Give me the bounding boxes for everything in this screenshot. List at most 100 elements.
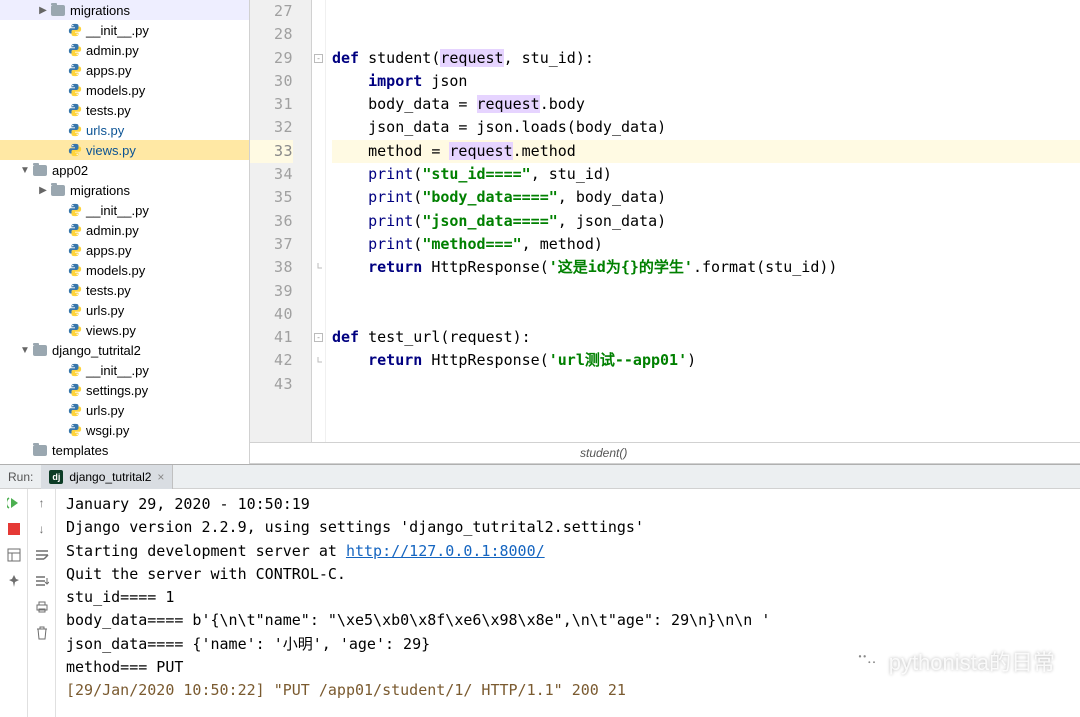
tree-item[interactable]: __init__.py [0,20,249,40]
folder-icon [33,445,47,456]
tree-item-label: apps.py [86,243,132,258]
tree-item-label: __init__.py [86,363,149,378]
layout-button[interactable] [6,547,22,563]
run-label: Run: [0,470,41,484]
tree-item-label: models.py [86,83,145,98]
run-tab-label: django_tutrital2 [69,470,151,484]
run-tool-column-2: ↑ ↓ [28,489,56,717]
tree-item[interactable]: views.py [0,140,249,160]
tree-item[interactable]: urls.py [0,300,249,320]
tree-item-label: templates [52,443,108,458]
tree-item-label: __init__.py [86,23,149,38]
console-output[interactable]: January 29, 2020 - 10:50:19Django versio… [56,489,1080,717]
scroll-icon[interactable] [34,573,50,589]
tree-item[interactable]: models.py [0,80,249,100]
python-icon [68,143,82,157]
tree-item[interactable]: urls.py [0,400,249,420]
tree-item-label: views.py [86,323,136,338]
tree-item[interactable]: __init__.py [0,200,249,220]
server-url-link[interactable]: http://127.0.0.1:8000/ [346,542,545,560]
django-icon: dj [49,470,63,484]
python-icon [68,123,82,137]
folder-icon [51,5,65,16]
run-tab[interactable]: dj django_tutrital2 × [41,465,173,489]
breadcrumb[interactable]: student() [250,442,1080,464]
expand-arrow-icon[interactable]: ▶ [36,5,50,16]
tree-item-label: views.py [86,143,136,158]
project-tree[interactable]: ▶ migrations __init__.py admin.py apps.py mod… [0,0,250,464]
tree-item[interactable]: admin.py [0,40,249,60]
run-tool-column-1 [0,489,28,717]
fold-column[interactable]: -- [312,0,326,442]
tree-item[interactable]: __init__.py [0,360,249,380]
python-icon [68,43,82,57]
pin-button[interactable] [6,573,22,589]
tree-item-label: urls.py [86,303,124,318]
run-header: Run: dj django_tutrital2 × [0,465,1080,489]
python-icon [68,63,82,77]
up-arrow-icon[interactable]: ↑ [34,495,50,511]
python-icon [68,323,82,337]
expand-arrow-icon[interactable]: ▶ [36,185,50,196]
tree-item-label: apps.py [86,63,132,78]
tree-item[interactable]: ▶ migrations [0,0,249,20]
rerun-button[interactable] [6,495,22,511]
tree-item-label: settings.py [86,383,148,398]
tree-item-label: models.py [86,263,145,278]
tree-item[interactable]: apps.py [0,60,249,80]
folder-icon [51,185,65,196]
tree-item-label: migrations [70,183,130,198]
tree-item[interactable]: templates [0,440,249,460]
tree-item-label: tests.py [86,103,131,118]
python-icon [68,203,82,217]
tree-item[interactable]: wsgi.py [0,420,249,440]
line-gutter: 2728293031323334353637383940414243 [250,0,312,442]
tree-item[interactable]: apps.py [0,240,249,260]
expand-arrow-icon[interactable]: ▼ [18,165,32,176]
python-icon [68,303,82,317]
tree-item[interactable]: ▶ migrations [0,180,249,200]
tree-item-label: migrations [70,3,130,18]
print-icon[interactable] [34,599,50,615]
editor: 2728293031323334353637383940414243 -- de… [250,0,1080,464]
python-icon [68,383,82,397]
run-panel: Run: dj django_tutrital2 × ↑ ↓ [0,464,1080,717]
fold-toggle[interactable]: - [314,54,323,63]
expand-arrow-icon[interactable]: ▼ [18,345,32,356]
tree-item[interactable]: tests.py [0,100,249,120]
tree-item-label: __init__.py [86,203,149,218]
close-icon[interactable]: × [157,470,164,484]
stop-button[interactable] [6,521,22,537]
tree-item-label: urls.py [86,123,124,138]
tree-item[interactable]: urls.py [0,120,249,140]
tree-item-label: django_tutrital2 [52,343,141,358]
tree-item[interactable]: ▼app02 [0,160,249,180]
python-icon [68,23,82,37]
python-icon [68,423,82,437]
tree-item[interactable]: models.py [0,260,249,280]
python-icon [68,403,82,417]
tree-item-label: tests.py [86,283,131,298]
folder-icon [33,345,47,356]
down-arrow-icon[interactable]: ↓ [34,521,50,537]
tree-item[interactable]: settings.py [0,380,249,400]
tree-item[interactable]: ▼ django_tutrital2 [0,340,249,360]
python-icon [68,223,82,237]
fold-end[interactable] [314,263,323,272]
tree-item[interactable]: views.py [0,320,249,340]
fold-toggle[interactable]: - [314,333,323,342]
python-icon [68,263,82,277]
code-content[interactable]: def student(request, stu_id): import jso… [326,0,1080,442]
tree-item-label: urls.py [86,403,124,418]
trash-icon[interactable] [34,625,50,641]
tree-item-label: admin.py [86,43,139,58]
python-icon [68,283,82,297]
fold-end[interactable] [314,357,323,366]
python-icon [68,83,82,97]
python-icon [68,243,82,257]
tree-item[interactable]: admin.py [0,220,249,240]
tree-item[interactable]: tests.py [0,280,249,300]
folder-icon [33,165,47,176]
tree-item-label: wsgi.py [86,423,129,438]
wrap-icon[interactable] [34,547,50,563]
